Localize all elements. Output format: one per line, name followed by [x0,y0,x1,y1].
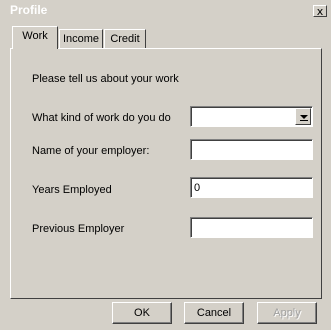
cancel-button[interactable]: Cancel [184,302,244,324]
dropdown-bar-icon [300,120,308,121]
title-bar: Profile x [0,0,331,20]
close-button[interactable]: x [313,5,327,17]
years-employed-input[interactable] [190,177,313,198]
employer-input[interactable] [190,139,313,160]
tab-credit[interactable]: Credit [104,29,146,49]
work-kind-select[interactable] [190,106,313,127]
work-tab-panel: Please tell us about your work What kind… [10,48,322,299]
intro-text: Please tell us about your work [32,73,179,85]
employer-label: Name of your employer: [32,145,150,157]
years-employed-label: Years Employed [32,184,112,196]
tab-work[interactable]: Work [12,26,58,49]
apply-button[interactable]: Apply [257,302,317,324]
previous-employer-input[interactable] [190,217,313,238]
chevron-down-icon [300,115,308,119]
work-kind-label: What kind of work do you do [32,112,171,124]
dropdown-button[interactable] [295,108,311,125]
ok-button[interactable]: OK [112,302,172,324]
previous-employer-label: Previous Employer [32,223,125,235]
profile-dialog: Profile x Work Income Credit Please tell… [0,0,331,330]
window-title: Profile [10,3,48,17]
tab-income[interactable]: Income [59,29,103,49]
